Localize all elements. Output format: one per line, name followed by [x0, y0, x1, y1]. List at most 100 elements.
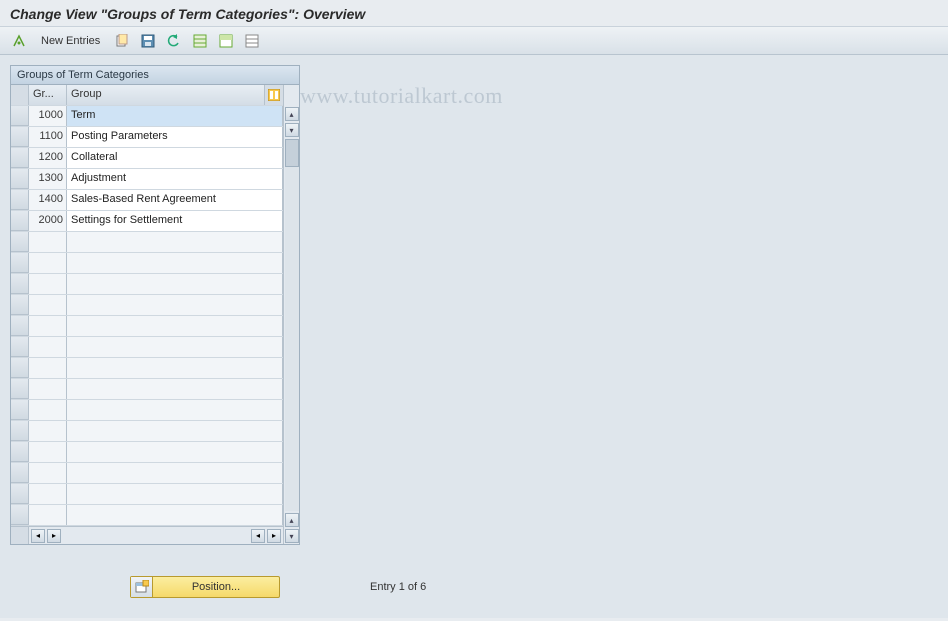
row-selector[interactable] [11, 316, 29, 336]
cell-code[interactable] [29, 274, 67, 294]
cell-code[interactable] [29, 232, 67, 252]
table-row[interactable]: 1300Adjustment [11, 169, 283, 190]
table-row[interactable]: 1100Posting Parameters [11, 127, 283, 148]
cell-name[interactable] [67, 337, 283, 357]
row-selector[interactable] [11, 421, 29, 441]
table-row[interactable] [11, 232, 283, 253]
cell-name[interactable]: Collateral [67, 148, 283, 168]
row-selector[interactable] [11, 274, 29, 294]
cell-code[interactable] [29, 463, 67, 483]
cell-name[interactable] [67, 484, 283, 504]
cell-code[interactable]: 1200 [29, 148, 67, 168]
table-row[interactable] [11, 295, 283, 316]
row-selector[interactable] [11, 463, 29, 483]
row-selector[interactable] [11, 295, 29, 315]
cell-code[interactable] [29, 505, 67, 525]
cell-name[interactable] [67, 232, 283, 252]
scroll-right-icon[interactable]: ◂ [251, 529, 265, 543]
scroll-down-icon[interactable]: ▾ [285, 123, 299, 137]
row-selector[interactable] [11, 337, 29, 357]
cell-name[interactable] [67, 505, 283, 525]
copy-icon[interactable] [111, 31, 133, 51]
scroll-down2-icon[interactable]: ▾ [285, 529, 299, 543]
cell-name[interactable] [67, 400, 283, 420]
cell-code[interactable] [29, 253, 67, 273]
cell-code[interactable] [29, 379, 67, 399]
cell-name[interactable]: Settings for Settlement [67, 211, 283, 231]
cell-name[interactable] [67, 442, 283, 462]
row-selector[interactable] [11, 127, 29, 147]
position-button[interactable]: Position... [130, 576, 280, 598]
cell-name[interactable]: Term [67, 106, 283, 126]
row-selector[interactable] [11, 253, 29, 273]
cell-name[interactable] [67, 358, 283, 378]
row-selector[interactable] [11, 400, 29, 420]
cell-code[interactable]: 1300 [29, 169, 67, 189]
cell-code[interactable] [29, 316, 67, 336]
cell-code[interactable]: 1000 [29, 106, 67, 126]
cell-name[interactable]: Posting Parameters [67, 127, 283, 147]
table-row[interactable] [11, 442, 283, 463]
cell-code[interactable]: 1400 [29, 190, 67, 210]
row-selector[interactable] [11, 484, 29, 504]
cell-name[interactable]: Sales-Based Rent Agreement [67, 190, 283, 210]
row-selector[interactable] [11, 106, 29, 126]
row-selector[interactable] [11, 358, 29, 378]
table-row[interactable] [11, 421, 283, 442]
table-row[interactable] [11, 274, 283, 295]
cell-code[interactable] [29, 295, 67, 315]
cell-name[interactable] [67, 463, 283, 483]
scroll-left-first-icon[interactable]: ◂ [31, 529, 45, 543]
scroll-up-icon[interactable]: ▴ [285, 107, 299, 121]
table-row[interactable] [11, 400, 283, 421]
row-selector[interactable] [11, 505, 29, 525]
row-selector[interactable] [11, 148, 29, 168]
deselect-all-icon[interactable] [241, 31, 263, 51]
cell-name[interactable] [67, 316, 283, 336]
toggle-icon[interactable] [8, 31, 30, 51]
cell-code[interactable] [29, 421, 67, 441]
column-header-name[interactable]: Group [67, 85, 265, 105]
cell-name[interactable]: Adjustment [67, 169, 283, 189]
table-row[interactable] [11, 358, 283, 379]
undo-icon[interactable] [163, 31, 185, 51]
cell-name[interactable] [67, 253, 283, 273]
table-row[interactable] [11, 463, 283, 484]
table-row[interactable]: 1000Term [11, 106, 283, 127]
cell-name[interactable] [67, 421, 283, 441]
cell-code[interactable] [29, 358, 67, 378]
table-row[interactable]: 1200Collateral [11, 148, 283, 169]
cell-code[interactable]: 2000 [29, 211, 67, 231]
row-selector[interactable] [11, 211, 29, 231]
cell-name[interactable] [67, 274, 283, 294]
table-row[interactable] [11, 484, 283, 505]
horizontal-scrollbar[interactable]: ◂ ▸ ◂ ▸ [11, 526, 283, 544]
cell-name[interactable] [67, 295, 283, 315]
table-row[interactable] [11, 379, 283, 400]
scroll-left-icon[interactable]: ▸ [47, 529, 61, 543]
table-row[interactable] [11, 337, 283, 358]
table-row[interactable] [11, 316, 283, 337]
cell-code[interactable] [29, 337, 67, 357]
save-icon[interactable] [137, 31, 159, 51]
row-selector[interactable] [11, 232, 29, 252]
table-row[interactable]: 2000Settings for Settlement [11, 211, 283, 232]
row-selector[interactable] [11, 442, 29, 462]
scroll-right-last-icon[interactable]: ▸ [267, 529, 281, 543]
cell-code[interactable] [29, 484, 67, 504]
table-row[interactable] [11, 505, 283, 526]
cell-name[interactable] [67, 379, 283, 399]
row-selector[interactable] [11, 190, 29, 210]
select-all-icon[interactable] [189, 31, 211, 51]
vertical-scrollbar[interactable]: ▴ ▾ ▴ ▾ [283, 85, 299, 544]
scroll-up2-icon[interactable]: ▴ [285, 513, 299, 527]
column-header-code[interactable]: Gr... [29, 85, 67, 105]
cell-code[interactable] [29, 400, 67, 420]
select-block-icon[interactable] [215, 31, 237, 51]
table-row[interactable]: 1400Sales-Based Rent Agreement [11, 190, 283, 211]
table-row[interactable] [11, 253, 283, 274]
cell-code[interactable] [29, 442, 67, 462]
cell-code[interactable]: 1100 [29, 127, 67, 147]
row-selector[interactable] [11, 169, 29, 189]
table-config-button[interactable] [265, 85, 283, 105]
